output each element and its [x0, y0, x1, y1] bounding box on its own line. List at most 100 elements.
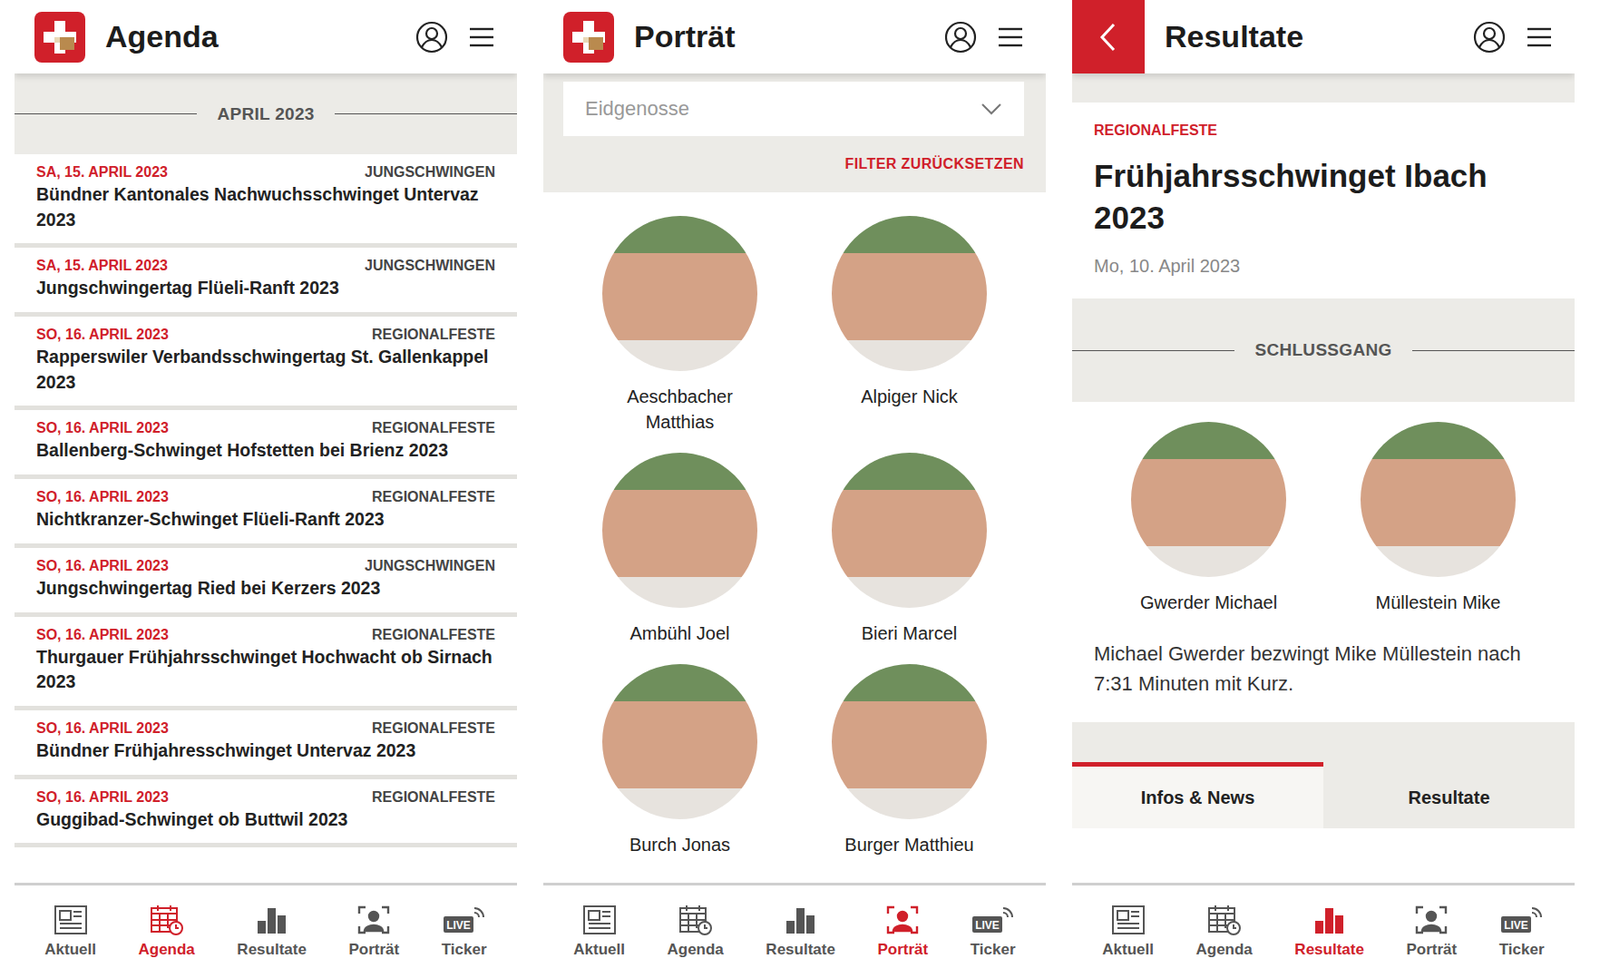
- account-button[interactable]: [1473, 20, 1506, 54]
- chevron-down-icon[interactable]: [980, 102, 1003, 116]
- event-row[interactable]: SA, 15. APRIL 2023JUNGSCHWINGENBündner K…: [14, 154, 518, 248]
- event-date: Mo, 10. April 2023: [1093, 255, 1553, 277]
- calendar-icon[interactable]: [1207, 904, 1242, 936]
- event-row[interactable]: SO, 16. APRIL 2023JUNGSCHWINGENJungschwi…: [14, 547, 518, 617]
- divider-line: [334, 113, 518, 115]
- reset-filter-link[interactable]: FILTER ZURÜCKSETZEN: [563, 156, 1025, 173]
- account-button[interactable]: [415, 20, 449, 54]
- menu-button[interactable]: [1525, 26, 1553, 49]
- nav-item[interactable]: Porträt: [1404, 900, 1459, 963]
- menu-icon[interactable]: [996, 26, 1025, 49]
- event-date: SA, 15. APRIL 2023: [36, 164, 168, 181]
- bottom-nav: Aktuell Agenda Resultate Porträt LIVETicker: [14, 882, 518, 978]
- event-row[interactable]: SO, 16. APRIL 2023REGIONALFESTENichtkran…: [14, 478, 518, 548]
- logo[interactable]: [34, 11, 86, 63]
- athlete-card[interactable]: Bieri Marcel: [794, 452, 1025, 646]
- page-title: Agenda: [105, 19, 416, 55]
- event-row[interactable]: SA, 15. APRIL 2023JUNGSCHWINGENJungschwi…: [14, 247, 518, 317]
- bottom-nav: Aktuell Agenda Resultate Porträt LIVETicker: [1072, 882, 1575, 978]
- calendar-icon[interactable]: [678, 904, 713, 936]
- result-screen: ResultateREGIONALFESTEFrühjahrsschwinget…: [1072, 0, 1575, 978]
- event-date: SO, 16. APRIL 2023: [36, 419, 169, 437]
- nav-item[interactable]: Agenda: [136, 900, 196, 963]
- athlete-card[interactable]: Burger Matthieu: [794, 663, 1025, 858]
- nav-item[interactable]: Aktuell: [42, 900, 98, 963]
- nav-item[interactable]: LIVETicker: [968, 900, 1018, 963]
- svg-text:LIVE: LIVE: [446, 918, 471, 932]
- event-category: JUNGSCHWINGEN: [364, 164, 496, 181]
- event-row[interactable]: SO, 16. APRIL 2023REGIONALFESTEGuggibad-…: [14, 779, 518, 849]
- event-category: REGIONALFESTE: [371, 419, 496, 437]
- top-strip: [1072, 73, 1575, 103]
- category-select[interactable]: Eidgenosse: [563, 81, 1025, 137]
- athlete-card[interactable]: Ambühl Joel: [565, 452, 795, 646]
- bottom-nav: Aktuell Agenda Resultate Porträt LIVETicker: [543, 882, 1046, 978]
- nav-item[interactable]: Aktuell: [1100, 900, 1156, 963]
- header-actions: [415, 20, 518, 54]
- nav-item[interactable]: Aktuell: [571, 900, 627, 963]
- bar-chart-icon[interactable]: [1312, 904, 1347, 936]
- event-title: Bündner Frühjahresschwinget Untervaz 202…: [36, 738, 496, 764]
- live-ticker-icon[interactable]: LIVE: [441, 904, 488, 936]
- logo-icon[interactable]: [34, 11, 86, 63]
- athlete-card[interactable]: Burch Jonas: [565, 663, 795, 858]
- bar-chart-icon[interactable]: [254, 904, 290, 936]
- bar-chart-icon[interactable]: [783, 904, 819, 936]
- tab[interactable]: Infos & News: [1072, 761, 1324, 829]
- event-category: JUNGSCHWINGEN: [364, 257, 496, 274]
- menu-button[interactable]: [468, 26, 496, 49]
- chevron-left-icon[interactable]: [1097, 21, 1120, 53]
- nav-item[interactable]: Agenda: [664, 900, 725, 963]
- event-category: REGIONALFESTE: [371, 626, 496, 644]
- athlete-name: Burch Jonas: [629, 831, 731, 858]
- event-category: REGIONALFESTE: [371, 789, 496, 806]
- user-icon[interactable]: [415, 20, 449, 54]
- wrestler-card[interactable]: Müllestein Mike: [1323, 421, 1553, 615]
- athlete-photo: [602, 663, 758, 820]
- event-date: SO, 16. APRIL 2023: [36, 488, 169, 506]
- user-icon[interactable]: [944, 20, 977, 54]
- event-date: SA, 15. APRIL 2023: [36, 257, 168, 274]
- event-row[interactable]: SO, 16. APRIL 2023REGIONALFESTEThurgauer…: [14, 616, 518, 711]
- event-row[interactable]: SO, 16. APRIL 2023REGIONALFESTERapperswi…: [14, 316, 518, 410]
- nav-item[interactable]: Resultate: [763, 900, 838, 963]
- menu-button[interactable]: [996, 26, 1025, 49]
- final-summary: Michael Gwerder bezwingt Mike Müllestein…: [1072, 614, 1575, 722]
- athlete-photo: [831, 452, 987, 608]
- wrestler-card[interactable]: Gwerder Michael: [1093, 421, 1324, 615]
- newspaper-icon[interactable]: [1111, 904, 1146, 936]
- logo[interactable]: [563, 11, 615, 63]
- menu-icon[interactable]: [468, 26, 496, 49]
- nav-item[interactable]: Porträt: [875, 900, 930, 963]
- athlete-card[interactable]: Alpiger Nick: [794, 215, 1025, 435]
- calendar-icon[interactable]: [149, 904, 185, 936]
- event-title: Frühjahrsschwinget Ibach 2023: [1093, 155, 1553, 238]
- agenda-list: APRIL 2023SA, 15. APRIL 2023JUNGSCHWINGE…: [14, 73, 518, 883]
- live-ticker-icon[interactable]: LIVE: [1499, 904, 1545, 936]
- nav-item[interactable]: LIVETicker: [439, 900, 489, 963]
- nav-item[interactable]: Resultate: [1292, 900, 1366, 963]
- portrait-icon[interactable]: [1414, 904, 1449, 936]
- event-title: Thurgauer Frühjahrsschwinget Hochwacht o…: [36, 644, 496, 695]
- user-icon[interactable]: [1473, 20, 1506, 54]
- logo-icon[interactable]: [563, 11, 615, 63]
- tab[interactable]: Resultate: [1323, 761, 1575, 829]
- nav-item[interactable]: Agenda: [1193, 900, 1254, 963]
- menu-icon[interactable]: [1525, 26, 1553, 49]
- newspaper-icon[interactable]: [582, 904, 617, 936]
- account-button[interactable]: [944, 20, 977, 54]
- nav-label: Aktuell: [573, 940, 625, 959]
- event-row[interactable]: SO, 16. APRIL 2023REGIONALFESTEBündner F…: [14, 710, 518, 780]
- event-row[interactable]: SO, 16. APRIL 2023REGIONALFESTEBallenber…: [14, 409, 518, 479]
- portrait-icon[interactable]: [356, 904, 391, 936]
- newspaper-icon[interactable]: [53, 904, 88, 936]
- result-content: REGIONALFESTEFrühjahrsschwinget Ibach 20…: [1072, 73, 1575, 883]
- athlete-card[interactable]: Aeschbacher Matthias: [565, 215, 795, 435]
- nav-item[interactable]: LIVETicker: [1497, 900, 1547, 963]
- portrait-icon[interactable]: [885, 904, 920, 936]
- back-button[interactable]: [1072, 0, 1145, 74]
- athlete-photo: [602, 452, 758, 608]
- nav-item[interactable]: Resultate: [234, 900, 309, 963]
- live-ticker-icon[interactable]: LIVE: [970, 904, 1016, 936]
- nav-item[interactable]: Porträt: [346, 900, 401, 963]
